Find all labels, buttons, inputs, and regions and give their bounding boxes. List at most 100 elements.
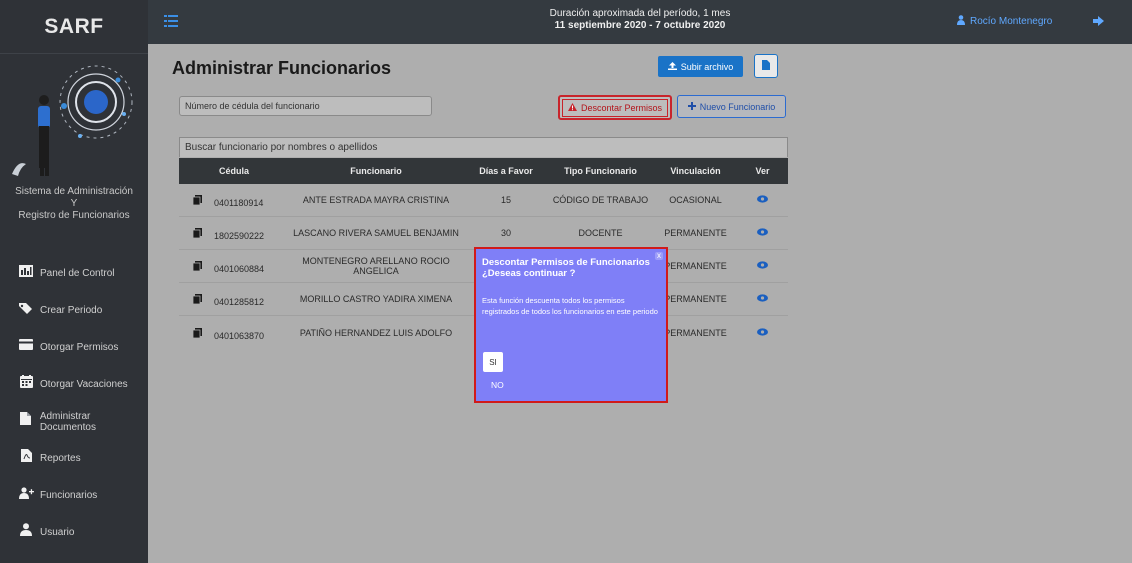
funcionario-value: MORILLO CASTRO YADIRA XIMENA [299,294,453,304]
header-dias: Días a Favor [479,166,533,176]
dialog-no-button[interactable]: NO [491,380,504,390]
cedula-value: 0401180914 [214,198,264,208]
document-button[interactable] [754,54,778,78]
pdf-file-icon [18,449,34,463]
documents-icon[interactable] [193,294,202,304]
documents-icon[interactable] [193,228,202,238]
sidebar-item-label: Otorgar Vacaciones [40,379,128,390]
cedula-value: 1802590222 [214,231,265,241]
sidebar-item-label: Otorgar Permisos [40,342,119,353]
tipo-value: DOCENTE [578,228,623,238]
sidebar-item-label: Crear Periodo [40,305,103,316]
header-ver: Ver [755,166,770,176]
tipo-value: CÓDIGO DE TRABAJO [552,195,649,205]
logout-icon[interactable] [1093,14,1105,26]
system-line-3: Registro de Funcionarios [18,210,130,221]
dias-value: 30 [500,228,511,238]
hero-illustration [0,62,148,180]
eye-icon[interactable] [757,327,768,336]
sidebar-item-reportes[interactable]: Reportes [0,437,148,474]
upload-file-button[interactable]: Subir archivo [658,56,743,77]
header-funcionario: Funcionario [350,166,402,176]
table-row: 0401180914 ANTE ESTRADA MAYRA CRISTINA 1… [179,184,788,217]
ver-cell [737,294,788,304]
documents-icon[interactable] [193,327,202,338]
cedula-search-input[interactable]: Número de cédula del funcionario [179,96,432,116]
documents-icon[interactable] [193,261,202,271]
warning-icon [567,102,577,113]
eye-icon[interactable] [757,294,768,302]
sidebar: SARF Sistema de Administración Y Registr… [0,0,148,563]
ver-cell [737,327,788,338]
cedula-cell: 1802590222 [179,225,287,241]
ver-cell [737,261,788,271]
user-menu[interactable]: Rocío Montenegro [957,15,1052,28]
system-line-2: Y [70,198,78,209]
eye-icon[interactable] [757,195,768,203]
sidebar-item-administrar-documentos[interactable]: Administrar Documentos [0,400,148,437]
cedula-value: 0401285812 [214,297,265,307]
vinculacion-value: PERMANENTE [664,228,727,238]
cedula-cell: 0401180914 [179,192,287,208]
system-description: Sistema de Administración Y Registro de … [0,186,148,222]
brand-logo[interactable]: SARF [0,0,148,54]
top-navbar: Duración aproximada del período, 1 mes 1… [148,0,1132,44]
user-icon [18,523,34,537]
calendar-icon [18,375,34,389]
planet-shape [84,90,108,114]
confirm-descontar-dialog: x Descontar Permisos de Funcionarios ¿De… [474,247,668,403]
table-row: 1802590222 LASCANO RIVERA SAMUEL BENJAMI… [179,217,788,250]
sidebar-item-otorgar-vacaciones[interactable]: Otorgar Vacaciones [0,363,148,400]
user-icon [957,15,965,28]
sidebar-item-label: Administrar Documentos [39,410,96,433]
sidebar-item-usuario[interactable]: Usuario [0,511,148,548]
dialog-message: Esta función descuenta todos los permiso… [482,296,658,316]
sidebar-item-otorgar-permisos[interactable]: Otorgar Permisos [0,326,148,363]
dias-value: 15 [500,195,511,205]
header-vinculacion: Vinculación [670,166,721,176]
chart-icon [18,264,34,278]
eye-icon[interactable] [757,228,768,236]
plus-icon [687,101,696,112]
upload-file-label: Subir archivo [680,61,734,72]
nuevo-funcionario-label: Nuevo Funcionario [699,101,776,112]
users-icon [18,486,34,500]
funcionario-value: PATIÑO HERNANDEZ LUIS ADOLFO [299,327,453,338]
documents-icon[interactable] [193,195,202,205]
cedula-cell: 0401060884 [179,258,287,274]
user-name: Rocío Montenegro [970,16,1053,27]
sidebar-item-label: Panel de Control [40,268,115,279]
file-icon [762,57,770,75]
descontar-permisos-label: Descontar Permisos [580,102,663,113]
cedula-placeholder: Número de cédula del funcionario [185,101,320,111]
eye-icon[interactable] [757,261,768,269]
cedula-value: 0401063870 [214,330,265,341]
ver-cell [737,195,788,205]
vinculacion-value: OCASIONAL [669,195,722,205]
card-icon [18,338,34,352]
descontar-permisos-inner: Descontar Permisos [561,98,669,117]
sidebar-menu: Panel de Control Crear Periodo Otorgar P… [0,252,148,548]
descontar-permisos-button[interactable]: Descontar Permisos [558,95,672,120]
header-cedula: Cédula [219,166,250,176]
nuevo-funcionario-button[interactable]: Nuevo Funcionario [677,95,786,118]
dialog-title: Descontar Permisos de Funcionarios ¿Dese… [482,257,657,279]
funcionario-value: MONTENEGRO ARELLANO ROCIO ANGELICA [302,256,450,276]
funcionario-search-input[interactable]: Buscar funcionario por nombres o apellid… [179,137,788,157]
file-icon [18,412,34,426]
header-tipo: Tipo Funcionario [564,166,637,176]
sidebar-item-label: Usuario [40,527,75,538]
search-placeholder: Buscar funcionario por nombres o apellid… [185,142,378,153]
table-header: Cédula Funcionario Días a Favor Tipo Fun… [179,158,788,184]
upload-icon [667,61,677,72]
sidebar-item-panel-de-control[interactable]: Panel de Control [0,252,148,289]
cedula-cell: 0401063870 [179,325,287,341]
sidebar-item-crear-periodo[interactable]: Crear Periodo [0,289,148,326]
dialog-yes-button[interactable]: SI [483,352,503,372]
sidebar-item-label: Funcionarios [40,490,98,501]
funcionario-value: LASCANO RIVERA SAMUEL BENJAMIN [293,228,459,238]
dialog-title-line-1: Descontar Permisos de Funcionarios [482,257,650,268]
tag-icon [18,301,34,315]
sidebar-item-funcionarios[interactable]: Funcionarios [0,474,148,511]
cedula-value: 0401060884 [214,264,265,274]
